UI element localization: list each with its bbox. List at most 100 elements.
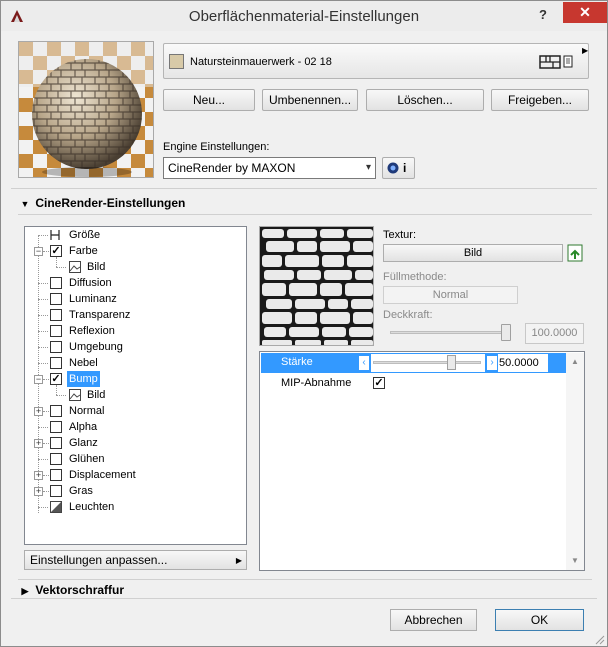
gras-checkbox[interactable]: [50, 485, 62, 497]
material-settings-icon[interactable]: [539, 53, 575, 71]
ok-button[interactable]: OK: [495, 609, 584, 631]
cinerender-section-title: CineRender-Einstellungen: [35, 196, 186, 210]
collapse-minus-icon[interactable]: −: [34, 247, 43, 256]
engine-selected-value: CineRender by MAXON: [168, 161, 296, 175]
opacity-slider-track[interactable]: [390, 331, 510, 334]
separator: [18, 579, 592, 580]
material-color-swatch: [169, 54, 184, 69]
scroll-down-icon[interactable]: ▼: [566, 552, 584, 570]
tree-guide-line: [38, 507, 48, 508]
staerke-slider-track: [373, 361, 481, 364]
separator: [18, 214, 592, 215]
expand-plus-icon[interactable]: +: [34, 471, 43, 480]
tree-guide-line: [43, 251, 49, 252]
image-icon: [69, 389, 81, 401]
tree-item-label: Bild: [87, 389, 106, 401]
window-title: Oberflächenmaterial-Einstellungen: [188, 8, 420, 25]
texture-image-button[interactable]: Bild: [383, 244, 563, 262]
tree-guide-line: [38, 283, 48, 284]
cancel-button[interactable]: Abbrechen: [390, 609, 477, 631]
gluehen-checkbox[interactable]: [50, 453, 62, 465]
vector-section-header[interactable]: ▶ Vektorschraffur: [18, 582, 592, 598]
expand-plus-icon[interactable]: +: [34, 407, 43, 416]
luminanz-checkbox[interactable]: [50, 293, 62, 305]
displacement-checkbox[interactable]: [50, 469, 62, 481]
separator: [11, 188, 597, 189]
engine-info-button[interactable]: i: [382, 157, 415, 179]
help-button[interactable]: ?: [533, 5, 553, 25]
param-row-staerke[interactable]: Stärke ‹ › 50.0000: [261, 353, 566, 373]
alpha-checkbox[interactable]: [50, 421, 62, 433]
staerke-value-field[interactable]: 50.0000: [498, 354, 548, 372]
new-button[interactable]: Neu...: [163, 89, 255, 111]
adjust-settings-label: Einstellungen anpassen...: [30, 553, 168, 567]
param-label: Stärke: [281, 356, 313, 368]
increase-arrow-icon[interactable]: ›: [487, 356, 497, 370]
cinerender-section-header[interactable]: ▼ CineRender-Einstellungen: [18, 194, 592, 212]
material-name-bar[interactable]: Natursteinmauerwerk - 02 18 ▶: [163, 43, 589, 79]
cinema-eye-icon: [387, 162, 399, 174]
scroll-up-icon[interactable]: ▲: [566, 353, 584, 371]
delete-button[interactable]: Löschen...: [366, 89, 484, 111]
expand-plus-icon[interactable]: +: [34, 487, 43, 496]
texture-label: Textur:: [383, 229, 417, 241]
size-icon: [50, 230, 60, 240]
umgebung-checkbox[interactable]: [50, 341, 62, 353]
tree-item-label: Bild: [87, 261, 106, 273]
tree-guide-line: [38, 363, 48, 364]
resize-grip-icon[interactable]: [593, 633, 605, 645]
normal-checkbox[interactable]: [50, 405, 62, 417]
diffusion-checkbox[interactable]: [50, 277, 62, 289]
vector-section-title: Vektorschraffur: [35, 583, 125, 597]
tree-guide-line: [38, 315, 48, 316]
material-menu-arrow-icon[interactable]: ▶: [582, 46, 588, 55]
adjust-settings-button[interactable]: Einstellungen anpassen... ▶: [24, 550, 247, 570]
tree-guide-line: [38, 331, 48, 332]
transparenz-checkbox[interactable]: [50, 309, 62, 321]
title-bar: Oberflächenmaterial-Einstellungen ? ✕: [1, 1, 607, 31]
decrease-arrow-icon[interactable]: ‹: [359, 356, 369, 370]
tree-item-label: Farbe: [69, 245, 98, 257]
expand-plus-icon[interactable]: +: [34, 439, 43, 448]
engine-select[interactable]: CineRender by MAXON ▾: [163, 157, 376, 179]
tree-item-label: Umgebung: [69, 341, 123, 353]
tree-guide-line: [43, 379, 49, 380]
collapse-triangle-icon: ▼: [20, 199, 30, 209]
opacity-label: Deckkraft:: [383, 309, 433, 321]
tree-item-label: Glanz: [69, 437, 98, 449]
fill-method-label: Füllmethode:: [383, 271, 447, 283]
bump-checkbox[interactable]: ✓: [50, 373, 62, 385]
tree-item-label: Alpha: [69, 421, 98, 433]
tree-item-label: Leuchten: [69, 501, 115, 513]
param-scrollbar[interactable]: ▲ ▼: [566, 353, 584, 570]
arrow-right-icon: ▶: [235, 556, 242, 565]
glanz-checkbox[interactable]: [50, 437, 62, 449]
channel-tree[interactable]: Größe − ✓ Farbe Bild Diffusion Luminanz …: [24, 226, 247, 545]
rename-button[interactable]: Umbenennen...: [262, 89, 358, 111]
tree-item-label-selected: Bump: [67, 371, 100, 387]
engine-label: Engine Einstellungen:: [163, 141, 270, 153]
reflexion-checkbox[interactable]: [50, 325, 62, 337]
tree-guide-line: [56, 395, 66, 396]
param-label: MIP-Abnahme: [281, 377, 352, 389]
texture-load-icon[interactable]: [567, 244, 584, 262]
mip-abnahme-checkbox[interactable]: ✓: [373, 377, 385, 389]
nebel-checkbox[interactable]: [50, 357, 62, 369]
opacity-value-field[interactable]: 100.0000: [525, 323, 584, 344]
tree-item-label: Displacement: [69, 469, 136, 481]
close-button[interactable]: ✕: [563, 2, 607, 23]
tree-guide-line: [43, 443, 49, 444]
collapse-minus-icon[interactable]: −: [34, 375, 43, 384]
parameter-panel[interactable]: Stärke ‹ › 50.0000 MIP-Abnahme ✓ ▲ ▼: [259, 351, 585, 571]
tree-guide-line: [38, 347, 48, 348]
fill-method-select[interactable]: Normal: [383, 286, 518, 304]
staerke-slider-thumb[interactable]: [447, 355, 456, 370]
staerke-slider[interactable]: [371, 354, 485, 372]
material-preview: [18, 41, 154, 178]
farbe-checkbox[interactable]: ✓: [50, 245, 62, 257]
share-button[interactable]: Freigeben...: [491, 89, 589, 111]
param-row-mip-abnahme[interactable]: MIP-Abnahme ✓: [261, 374, 566, 394]
opacity-slider-thumb[interactable]: [501, 324, 511, 341]
tree-item-label: Größe: [69, 229, 101, 241]
tree-item-label: Reflexion: [69, 325, 115, 337]
